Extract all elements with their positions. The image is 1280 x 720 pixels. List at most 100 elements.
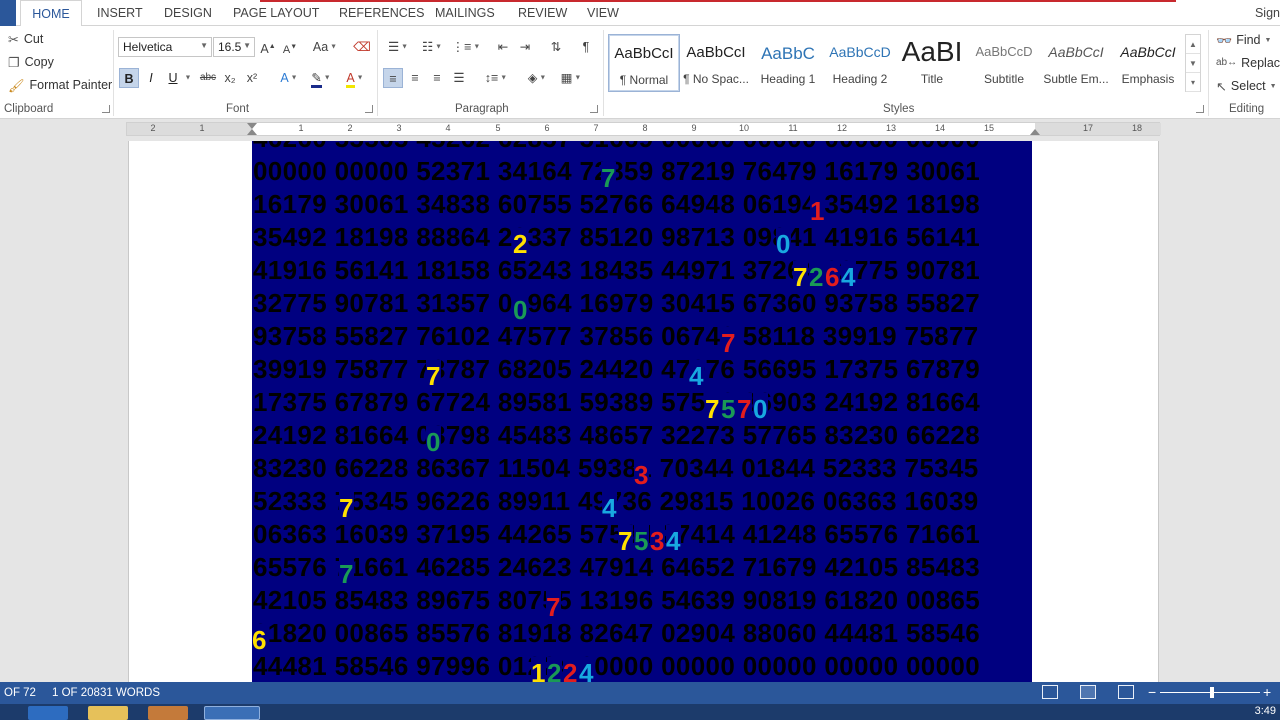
align-right-icon: ≡ [433, 71, 441, 85]
ruler-right-margin [1035, 123, 1161, 135]
word-taskbar-icon[interactable] [204, 706, 260, 720]
font-launcher-icon[interactable] [365, 105, 373, 113]
subscript-button[interactable]: x₂ [220, 68, 240, 88]
hanging-indent-icon[interactable] [247, 129, 257, 135]
grow-font-button[interactable]: A▲ [258, 37, 278, 57]
style-heading-1[interactable]: AaBbC Heading 1 [752, 34, 824, 92]
chevron-down-icon: ▼ [321, 74, 331, 82]
word-count[interactable]: 1 OF 20831 WORDS [52, 687, 160, 699]
cut-button[interactable]: ✂ Cut [8, 32, 43, 46]
page-count[interactable]: OF 72 [4, 687, 36, 699]
group-divider [113, 30, 114, 116]
horizontal-ruler[interactable]: 2 1 1 2 3 4 5 6 7 8 9 10 11 12 13 14 15 … [126, 122, 1161, 136]
grow-font-icon: A▲ [260, 42, 276, 57]
file-tab[interactable] [0, 0, 16, 26]
copy-button[interactable]: ❐ Copy [8, 55, 54, 69]
bullets-button[interactable]: ☰ ▼ [383, 37, 413, 57]
align-left-button[interactable]: ≡ [383, 68, 403, 88]
line-spacing-button[interactable]: ↕≡ ▼ [481, 68, 511, 88]
replace-button[interactable]: ab↔ Replace [1216, 56, 1280, 70]
ruler-number: 7 [593, 123, 599, 133]
styles-launcher-icon[interactable] [1196, 105, 1204, 113]
style-subtitle[interactable]: AaBbCcD Subtitle [968, 34, 1040, 92]
font-size-value: 16.5 [218, 40, 242, 54]
shrink-font-icon: A▼ [282, 43, 298, 56]
tab-home[interactable]: HOME [20, 0, 82, 27]
document-text-block[interactable]: 46260 55565 45262 62857 51669 00000 0000… [252, 141, 1032, 682]
file-explorer-icon[interactable] [88, 706, 128, 720]
bold-button[interactable]: B [119, 68, 139, 88]
style-normal[interactable]: AaBbCcI ¶ Normal [608, 34, 680, 92]
shrink-font-button[interactable]: A▼ [280, 37, 300, 57]
style-emphasis[interactable]: AaBbCcI Emphasis [1112, 34, 1184, 92]
font-name-combo[interactable]: Helvetica ▼ [118, 37, 212, 57]
binoculars-icon: 👓 [1216, 32, 1233, 48]
highlighted-digit: 6 [252, 624, 267, 657]
text-line: 46260 55565 45262 62857 51669 00000 0000… [253, 141, 1032, 155]
ribbon: ✂ Cut ❐ Copy 🖌 Format Painter Clipboard … [0, 26, 1280, 119]
web-layout-icon[interactable] [1118, 685, 1134, 699]
format-painter-button[interactable]: 🖌 Format Painter [8, 78, 112, 92]
italic-button[interactable]: I [141, 68, 161, 88]
styles-scroll[interactable]: ▲ ▼ ▾ [1185, 34, 1201, 92]
highlight-color-button[interactable]: ✎ ▼ [306, 68, 336, 88]
style-title[interactable]: AaBI Title [896, 34, 968, 92]
font-color-icon: A [346, 71, 355, 88]
multilevel-list-button[interactable]: ⋮≡ ▼ [451, 37, 481, 57]
tab-mailings[interactable]: MAILINGS [435, 6, 495, 20]
style-subtle-emphasis[interactable]: AaBbCcI Subtle Em... [1040, 34, 1112, 92]
document-area[interactable]: 46260 55565 45262 62857 51669 00000 0000… [0, 141, 1280, 682]
align-center-button[interactable]: ≡ [405, 68, 425, 88]
sign-in-link[interactable]: Sign [1255, 6, 1280, 20]
find-button[interactable]: 👓 Find ▼ [1216, 33, 1271, 47]
select-button[interactable]: ↖ Select ▼ [1216, 79, 1277, 93]
tab-review[interactable]: REVIEW [518, 6, 567, 20]
superscript-button[interactable]: x² [242, 68, 262, 88]
tab-insert[interactable]: INSERT [97, 6, 143, 20]
show-formatting-button[interactable]: ¶ [576, 37, 596, 57]
paragraph-launcher-icon[interactable] [590, 105, 598, 113]
internet-explorer-icon[interactable] [28, 706, 68, 720]
read-mode-icon[interactable] [1042, 685, 1058, 699]
editing-group-label: Editing [1229, 103, 1265, 115]
numbering-button[interactable]: ☷ ▼ [417, 37, 447, 57]
sort-button[interactable]: ⇅ [546, 37, 566, 57]
more-styles-icon[interactable]: ▾ [1186, 73, 1200, 92]
chevron-down-icon[interactable]: ▼ [1186, 54, 1200, 73]
style-heading-2[interactable]: AaBbCcD Heading 2 [824, 34, 896, 92]
change-case-button[interactable]: Aa ▼ [310, 37, 340, 57]
right-indent-icon[interactable] [1030, 129, 1040, 135]
decrease-indent-button[interactable]: ⇤ [493, 37, 513, 57]
print-layout-icon[interactable] [1080, 685, 1096, 699]
text-line: 16179 30061 34838 60755 52766 64948 0619… [253, 189, 981, 219]
media-player-icon[interactable] [148, 706, 188, 720]
clipboard-launcher-icon[interactable] [102, 105, 110, 113]
style-no-spacing[interactable]: AaBbCcI ¶ No Spac... [680, 34, 752, 92]
tab-references[interactable]: REFERENCES [339, 6, 424, 20]
font-size-combo[interactable]: 16.5 ▼ [213, 37, 255, 57]
zoom-in-icon[interactable]: + [1263, 684, 1271, 700]
justify-button[interactable]: ☰ [449, 68, 469, 88]
borders-button[interactable]: ▦ ▼ [556, 68, 586, 88]
shading-button[interactable]: ◈ ▼ [522, 68, 552, 88]
chevron-up-icon[interactable]: ▲ [1186, 35, 1200, 54]
tab-design[interactable]: DESIGN [164, 6, 212, 20]
increase-indent-button[interactable]: ⇥ [515, 37, 535, 57]
strikethrough-button[interactable]: abc [197, 68, 219, 88]
tab-page-layout[interactable]: PAGE LAYOUT [233, 6, 319, 20]
text-effects-button[interactable]: A ▼ [274, 68, 304, 88]
underline-dropdown[interactable]: ▼ [183, 68, 193, 88]
copy-icon: ❐ [8, 54, 20, 70]
align-right-button[interactable]: ≡ [427, 68, 447, 88]
chevron-down-icon: ▼ [1264, 36, 1272, 44]
zoom-slider-thumb[interactable] [1210, 687, 1214, 698]
clock[interactable]: 3:49 [1255, 705, 1276, 717]
chevron-down-icon: ▼ [433, 43, 443, 51]
clear-formatting-button[interactable]: ⌫ [352, 37, 372, 57]
group-divider [1208, 30, 1209, 116]
chevron-down-icon: ▼ [243, 41, 251, 50]
tab-view[interactable]: VIEW [587, 6, 619, 20]
zoom-out-icon[interactable]: − [1148, 684, 1156, 700]
underline-button[interactable]: U [163, 68, 183, 88]
font-color-button[interactable]: A ▼ [340, 68, 370, 88]
